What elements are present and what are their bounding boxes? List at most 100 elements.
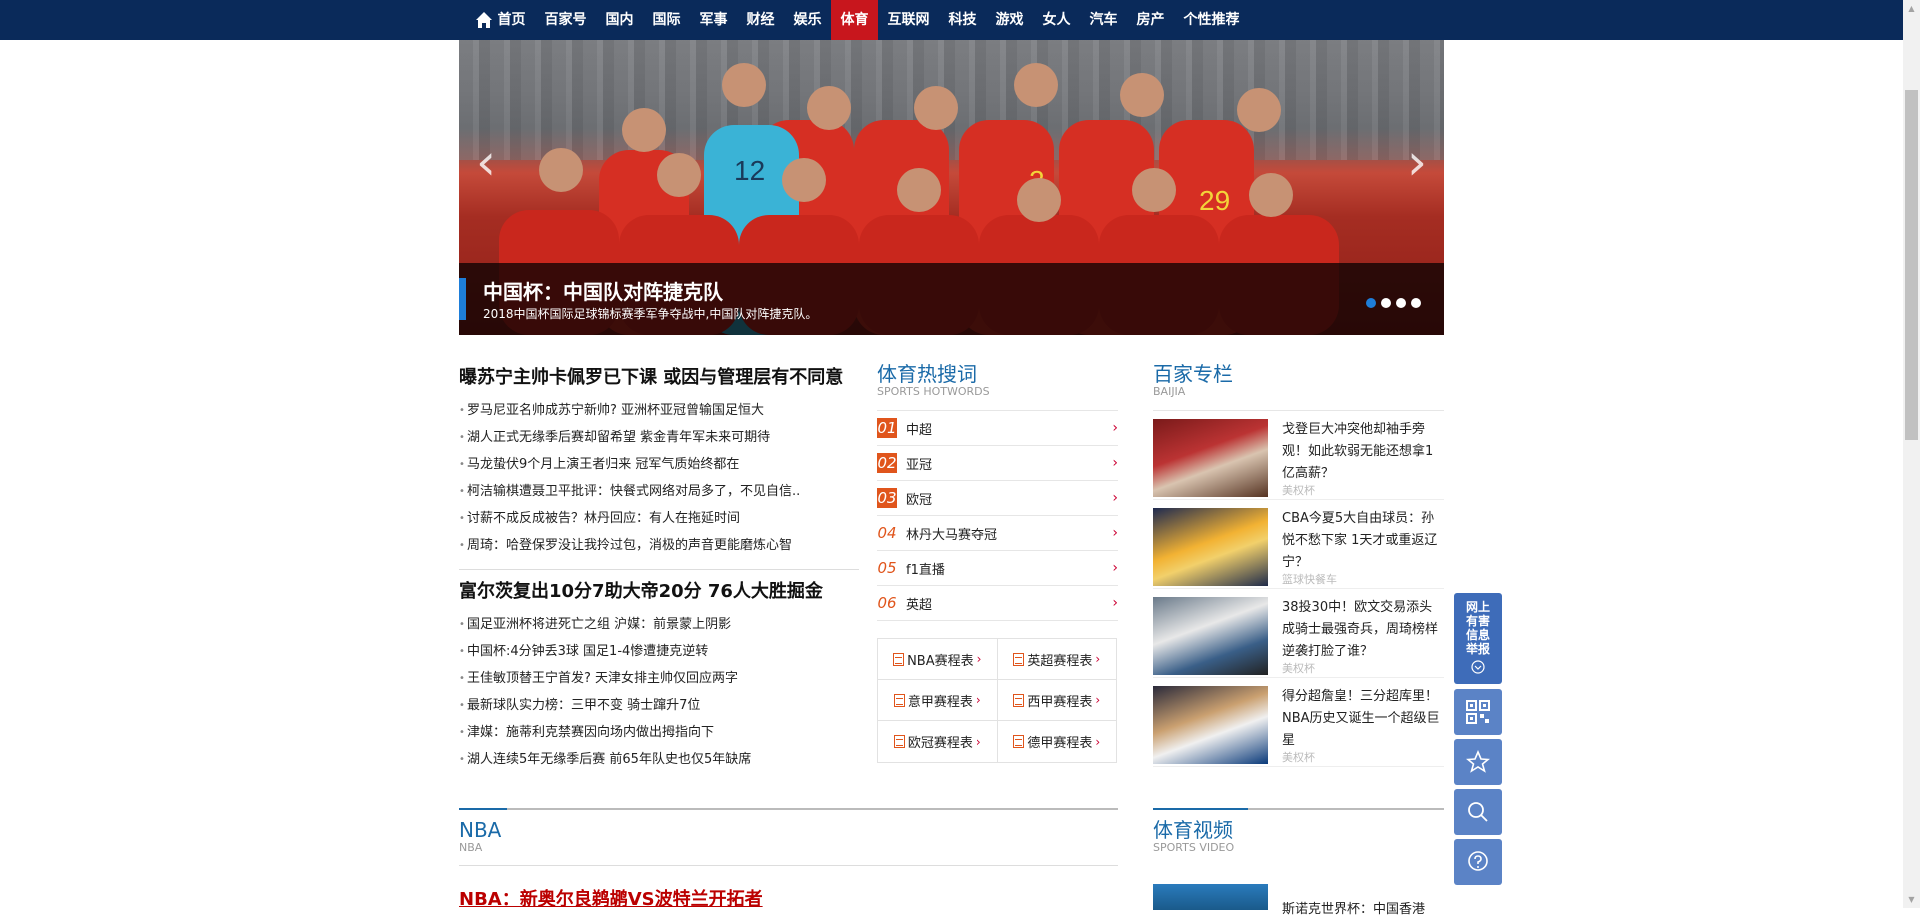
news-list-item[interactable]: 周琦：哈登保罗没让我拎过包，消极的声音更能磨炼心智 (459, 532, 859, 559)
baijia-thumbnail[interactable] (1153, 419, 1268, 497)
nav-item-4[interactable]: 军事 (690, 0, 737, 40)
news-list-item[interactable]: 讨薪不成反成被告？林丹回应：有人在拖延时间 (459, 505, 859, 532)
news-list-item[interactable]: 柯洁输棋遭聂卫平批评：快餐式网络对局多了，不见自信.. (459, 478, 859, 505)
baijia-item-title[interactable]: CBA今夏5大自由球员：孙悦不愁下家 1天才或重返辽宁？ (1282, 508, 1444, 574)
baijia-item-title[interactable]: 得分超詹皇！三分超库里！NBA历史又诞生一个超级巨星 (1282, 686, 1444, 752)
video-title[interactable]: 体育视频 (1153, 818, 1234, 842)
news-block-2: 富尔茨复出10分7助大帝20分 76人大胜掘金 国足亚洲杯将进死亡之组 沪媒：前… (459, 577, 859, 773)
carousel-dots (1366, 298, 1421, 308)
news-list-item[interactable]: 中国杯:4分钟丢3球 国足1-4惨遭捷克逆转 (459, 638, 859, 665)
baijia-item[interactable]: 戈登巨大冲突他却袖手旁观！如此软弱无能还想拿1亿高薪？ 美权杯 (1153, 411, 1444, 500)
schedule-link[interactable]: 西甲赛程表 › (998, 680, 1117, 720)
svg-text:12: 12 (734, 155, 765, 186)
schedule-link[interactable]: 欧冠赛程表 › (878, 721, 998, 762)
nav-item-3[interactable]: 国际 (643, 0, 690, 40)
news-list-item[interactable]: 国足亚洲杯将进死亡之组 沪媒：前景蒙上阴影 (459, 611, 859, 638)
video-subtitle: SPORTS VIDEO (1153, 841, 1235, 854)
schedule-row: 欧冠赛程表 › 德甲赛程表 › (878, 721, 1116, 762)
nav-item-5[interactable]: 财经 (737, 0, 784, 40)
chevron-right-icon: › (1095, 652, 1101, 666)
hotword-rank: 05 (877, 559, 897, 577)
carousel-prev-button[interactable]: ‹ (471, 132, 501, 192)
caption-accent-bar (459, 278, 466, 320)
news-list-item[interactable]: 王佳敏顶替王宁首发? 天津女排主帅仅回应两字 (459, 665, 859, 692)
news-list-item[interactable]: 津媒：施蒂利克禁赛因向场内做出拇指向下 (459, 719, 859, 746)
hotword-item[interactable]: 06 英超 › (877, 586, 1118, 621)
carousel-dot[interactable] (1381, 298, 1391, 308)
schedule-label: NBA赛程表 (907, 653, 974, 669)
carousel-dot[interactable] (1411, 298, 1421, 308)
news-block-1: 曝苏宁主帅卡佩罗已下课 或因与管理层有不同意 罗马尼亚名帅成苏宁新帅? 亚洲杯亚… (459, 363, 859, 570)
nba-headline[interactable]: NBA：新奥尔良鹈鹕VS波特兰开拓者 (459, 885, 763, 911)
hotword-label: 林丹大马赛夺冠 (906, 527, 998, 543)
baijia-item[interactable]: CBA今夏5大自由球员：孙悦不愁下家 1天才或重返辽宁？ 篮球快餐车 (1153, 500, 1444, 589)
home-icon (475, 12, 492, 28)
qrcode-button[interactable] (1454, 689, 1502, 735)
hotword-item[interactable]: 02 亚冠 › (877, 446, 1118, 481)
news-list-item[interactable]: 湖人连续5年无缘季后赛 前65年队史也仅5年缺席 (459, 746, 859, 773)
news-list-item[interactable]: 马龙蛰伏9个月上演王者归来 冠军气质始终都在 (459, 451, 859, 478)
baijia-item[interactable]: 38投30中！欧文交易添头成骑士最强奇兵，周琦榜样逆袭打脸了谁？ 美权杯 (1153, 589, 1444, 678)
news-list-item[interactable]: 罗马尼亚名帅成苏宁新帅? 亚洲杯亚冠曾输国足恒大 (459, 397, 859, 424)
carousel-dot[interactable] (1396, 298, 1406, 308)
news-headline[interactable]: 富尔茨复出10分7助大帝20分 76人大胜掘金 (459, 577, 859, 603)
nav-item-2[interactable]: 国内 (596, 0, 643, 40)
scroll-up-arrow-icon[interactable]: ▲ (1903, 0, 1920, 17)
hero-carousel[interactable]: 12 2 29 ‹ (459, 40, 1444, 335)
schedule-link[interactable]: 德甲赛程表 › (998, 721, 1117, 762)
news-list-item[interactable]: 湖人正式无缘季后赛却留希望 紫金青年军未来可期待 (459, 424, 859, 451)
favorite-button[interactable] (1454, 739, 1502, 785)
news-headline[interactable]: 曝苏宁主帅卡佩罗已下课 或因与管理层有不同意 (459, 363, 859, 389)
nav-item-14[interactable]: 个性推荐 (1174, 0, 1249, 40)
nba-header: NBA NBA (459, 818, 501, 854)
hotword-label: 亚冠 (906, 457, 933, 473)
hotword-item[interactable]: 04 林丹大马赛夺冠 › (877, 516, 1118, 551)
news-list-item[interactable]: 最新球队实力榜：三甲不变 骑士蹿升7位 (459, 692, 859, 719)
carousel-title[interactable]: 中国杯：中国队对阵捷克队 (483, 276, 723, 305)
help-button[interactable] (1454, 839, 1502, 885)
nav-item-13[interactable]: 房产 (1127, 0, 1174, 40)
top-navigation: 首页 百家号 国内 国际 军事 财经 娱乐 体育 互联网 科技 游戏 女人 汽车 房产 个性推荐 (0, 0, 1903, 40)
chevron-right-icon: › (1095, 693, 1101, 707)
schedule-link[interactable]: 意甲赛程表 › (878, 680, 998, 720)
nav-item-0[interactable]: 首页 (465, 0, 535, 40)
nav-item-1[interactable]: 百家号 (535, 0, 596, 40)
nav-item-label: 汽车 (1089, 12, 1118, 28)
section-tab-indicator (459, 808, 507, 810)
nav-item-8[interactable]: 互联网 (878, 0, 939, 40)
video-thumbnail[interactable] (1153, 884, 1268, 910)
schedule-link[interactable]: NBA赛程表 › (878, 639, 998, 679)
schedule-row: NBA赛程表 › 英超赛程表 › (878, 639, 1116, 680)
hotword-item[interactable]: 03 欧冠 › (877, 481, 1118, 516)
search-button[interactable] (1454, 789, 1502, 835)
nba-title[interactable]: NBA (459, 818, 501, 842)
hotword-label: 中超 (906, 422, 933, 438)
hotword-rank: 04 (877, 524, 897, 542)
hotword-item[interactable]: 01 中超 › (877, 411, 1118, 446)
carousel-next-button[interactable]: › (1402, 132, 1432, 192)
nav-item-11[interactable]: 女人 (1033, 0, 1080, 40)
baijia-thumbnail[interactable] (1153, 686, 1268, 764)
baijia-item-title[interactable]: 38投30中！欧文交易添头成骑士最强奇兵，周琦榜样逆袭打脸了谁？ (1282, 597, 1444, 663)
nav-item-6[interactable]: 娱乐 (784, 0, 831, 40)
schedule-link[interactable]: 英超赛程表 › (998, 639, 1117, 679)
nav-item-10[interactable]: 游戏 (986, 0, 1033, 40)
nav-item-7[interactable]: 体育 (831, 0, 878, 40)
page-scrollbar[interactable]: ▲ ▼ (1903, 0, 1920, 908)
baijia-item[interactable]: 得分超詹皇！三分超库里！NBA历史又诞生一个超级巨星 美权杯 (1153, 678, 1444, 767)
report-harmful-info-button[interactable]: 网上有害信息举报 (1454, 593, 1502, 684)
nav-item-12[interactable]: 汽车 (1080, 0, 1127, 40)
baijia-item-title[interactable]: 戈登巨大冲突他却袖手旁观！如此软弱无能还想拿1亿高薪？ (1282, 419, 1444, 485)
hotword-item[interactable]: 05 f1直播 › (877, 551, 1118, 586)
chevron-right-icon: › (1095, 734, 1101, 749)
baijia-thumbnail[interactable] (1153, 508, 1268, 586)
scroll-thumb[interactable] (1905, 90, 1918, 440)
nav-item-label: 首页 (497, 12, 526, 28)
scroll-down-arrow-icon[interactable]: ▼ (1903, 891, 1920, 908)
nav-item-9[interactable]: 科技 (939, 0, 986, 40)
carousel-dot[interactable] (1366, 298, 1376, 308)
schedule-links: NBA赛程表 › 英超赛程表 › 意甲赛程表 › 西甲赛程表 › 欧冠赛程表 › 德甲赛程表 › (877, 638, 1117, 763)
carousel-caption: 中国杯：中国队对阵捷克队 2018中国杯国际足球锦标赛季军争夺战中,中国队对阵捷… (459, 263, 1444, 335)
baijia-thumbnail[interactable] (1153, 597, 1268, 675)
section-tab-indicator (1153, 808, 1248, 810)
